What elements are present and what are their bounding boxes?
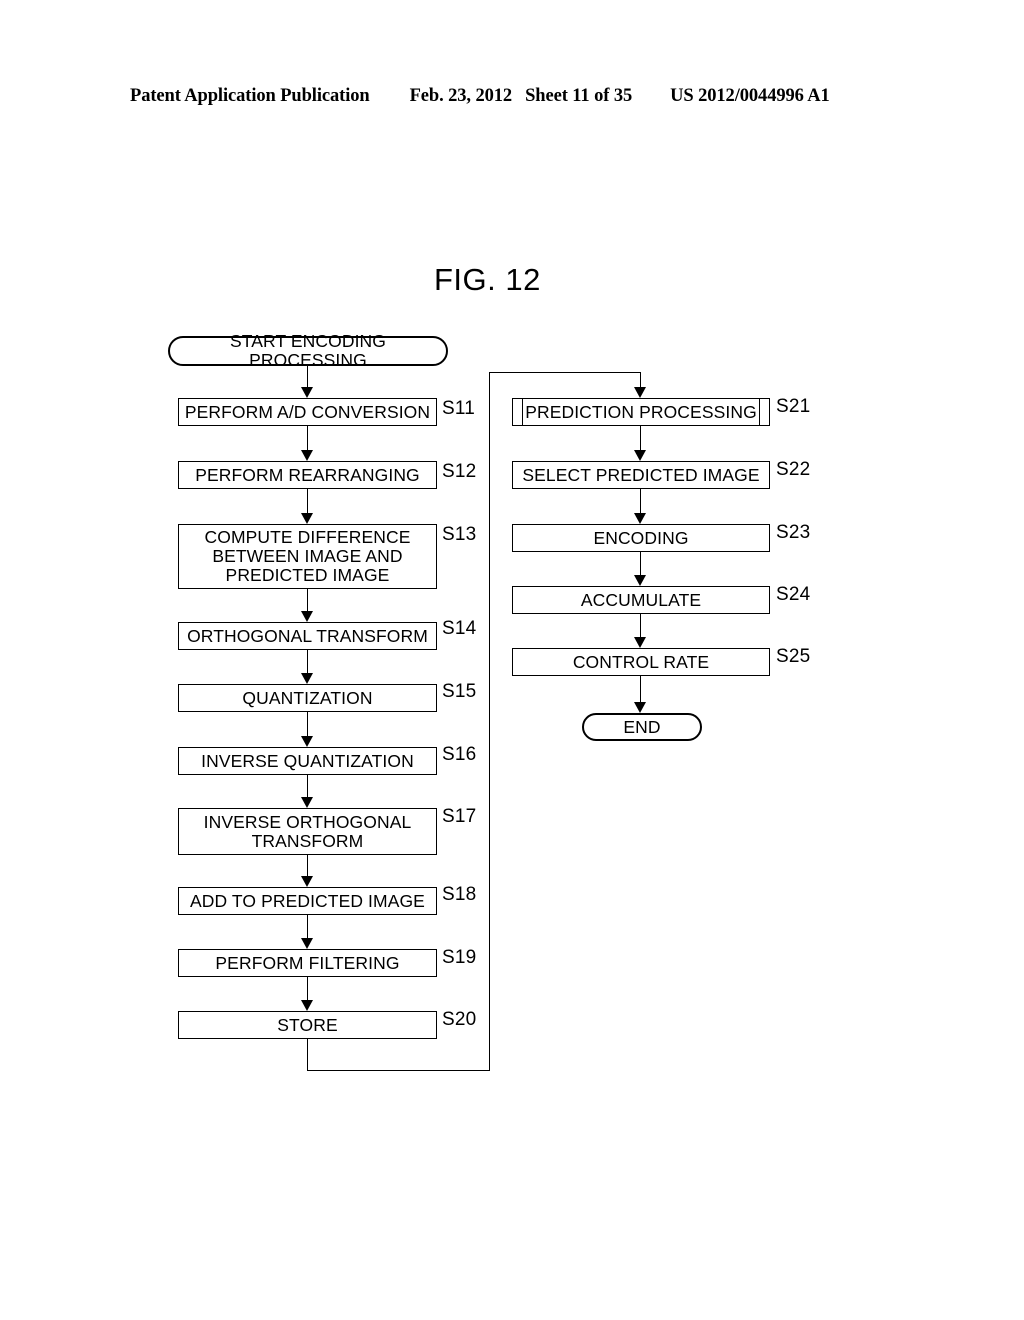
flow-node-s21-label: PREDICTION PROCESSING [525, 401, 757, 422]
connector-s12-s13 [307, 489, 308, 513]
connector-s22-s23 [640, 489, 641, 513]
step-label-s20: S20 [442, 1009, 477, 1030]
arrowhead-s14-s15 [301, 673, 313, 684]
connector-s13-s14 [307, 589, 308, 611]
flow-node-s23: ENCODING [512, 524, 770, 552]
flow-node-s15-label: QUANTIZATION [242, 687, 373, 708]
arrowhead-s19-s20 [301, 1000, 313, 1011]
connector-s16-s17 [307, 775, 308, 797]
flow-node-s11-label: PERFORM A/D CONVERSION [184, 401, 431, 422]
connector-s25-end [640, 676, 641, 702]
flow-node-s24: ACCUMULATE [512, 586, 770, 614]
step-label-s17: S17 [442, 806, 477, 827]
flow-node-s11: PERFORM A/D CONVERSION [178, 398, 437, 426]
step-label-s22: S22 [776, 459, 811, 480]
step-label-s19: S19 [442, 947, 477, 968]
flow-node-end-label: END [623, 716, 661, 737]
step-label-s23: S23 [776, 522, 811, 543]
arrowhead-loop-s21 [634, 387, 646, 398]
flow-node-s24-label: ACCUMULATE [580, 589, 702, 610]
flow-node-s17: INVERSE ORTHOGONAL TRANSFORM [178, 808, 437, 855]
connector-s20-loop-down [307, 1039, 308, 1071]
arrowhead-s12-s13 [301, 513, 313, 524]
arrowhead-s23-s24 [634, 575, 646, 586]
connector-s11-s12 [307, 426, 308, 450]
flow-node-s19: PERFORM FILTERING [178, 949, 437, 977]
flow-node-start-label: START ENCODING PROCESSING [229, 331, 386, 370]
flow-node-s18: ADD TO PREDICTED IMAGE [178, 887, 437, 915]
flow-node-end: END [582, 713, 702, 741]
step-label-s25: S25 [776, 646, 811, 667]
connector-loop-top [489, 372, 641, 373]
connector-start-s11 [307, 366, 308, 387]
flow-node-s19-label: PERFORM FILTERING [215, 952, 400, 973]
step-label-s13: S13 [442, 524, 477, 545]
step-label-s24: S24 [776, 584, 811, 605]
flow-node-s17-label: INVERSE ORTHOGONAL TRANSFORM [203, 811, 412, 851]
flow-node-start: START ENCODING PROCESSING [168, 332, 448, 370]
flow-node-s25-label: CONTROL RATE [572, 651, 710, 672]
flowchart-diagram: START ENCODING PROCESSING PERFORM A/D CO… [0, 0, 1024, 1320]
arrowhead-s15-s16 [301, 736, 313, 747]
connector-s17-s18 [307, 855, 308, 876]
step-label-s12: S12 [442, 461, 477, 482]
flow-node-s15: QUANTIZATION [178, 684, 437, 712]
flow-node-s20-label: STORE [277, 1014, 338, 1035]
step-label-s14: S14 [442, 618, 477, 639]
step-label-s21: S21 [776, 396, 811, 417]
flow-node-s20: STORE [178, 1011, 437, 1039]
flow-node-s23-label: ENCODING [593, 527, 689, 548]
step-label-s16: S16 [442, 744, 477, 765]
connector-loop-riser [489, 372, 490, 1071]
connector-s19-s20 [307, 977, 308, 1000]
arrowhead-start-s11 [301, 387, 313, 398]
flow-node-s18-label: ADD TO PREDICTED IMAGE [190, 890, 425, 911]
arrowhead-s21-s22 [634, 450, 646, 461]
arrowhead-s25-end [634, 702, 646, 713]
flow-node-s14: ORTHOGONAL TRANSFORM [178, 622, 437, 650]
connector-s23-s24 [640, 552, 641, 575]
connector-s18-s19 [307, 915, 308, 938]
flow-node-s16: INVERSE QUANTIZATION [178, 747, 437, 775]
flow-node-s13-label: COMPUTE DIFFERENCE BETWEEN IMAGE AND PRE… [204, 527, 411, 585]
step-label-s15: S15 [442, 681, 477, 702]
arrowhead-s18-s19 [301, 938, 313, 949]
connector-s24-s25 [640, 614, 641, 637]
flow-node-s25: CONTROL RATE [512, 648, 770, 676]
connector-loop-into-s21 [640, 372, 641, 388]
arrowhead-s11-s12 [301, 450, 313, 461]
arrowhead-s16-s17 [301, 797, 313, 808]
arrowhead-s22-s23 [634, 513, 646, 524]
arrowhead-s24-s25 [634, 637, 646, 648]
flow-node-s22-label: SELECT PREDICTED IMAGE [522, 464, 760, 485]
connector-s14-s15 [307, 650, 308, 673]
connector-loop-bottom [307, 1070, 490, 1071]
connector-s15-s16 [307, 712, 308, 736]
flow-node-s12: PERFORM REARRANGING [178, 461, 437, 489]
flow-node-s22: SELECT PREDICTED IMAGE [512, 461, 770, 489]
flow-node-s13: COMPUTE DIFFERENCE BETWEEN IMAGE AND PRE… [178, 524, 437, 589]
arrowhead-s17-s18 [301, 876, 313, 887]
flow-node-s12-label: PERFORM REARRANGING [195, 464, 420, 485]
step-label-s11: S11 [442, 398, 475, 419]
flow-node-s14-label: ORTHOGONAL TRANSFORM [187, 625, 428, 646]
flow-node-s16-label: INVERSE QUANTIZATION [201, 750, 414, 771]
arrowhead-s13-s14 [301, 611, 313, 622]
step-label-s18: S18 [442, 884, 477, 905]
flow-node-s21: PREDICTION PROCESSING [512, 398, 770, 426]
connector-s21-s22 [640, 426, 641, 450]
